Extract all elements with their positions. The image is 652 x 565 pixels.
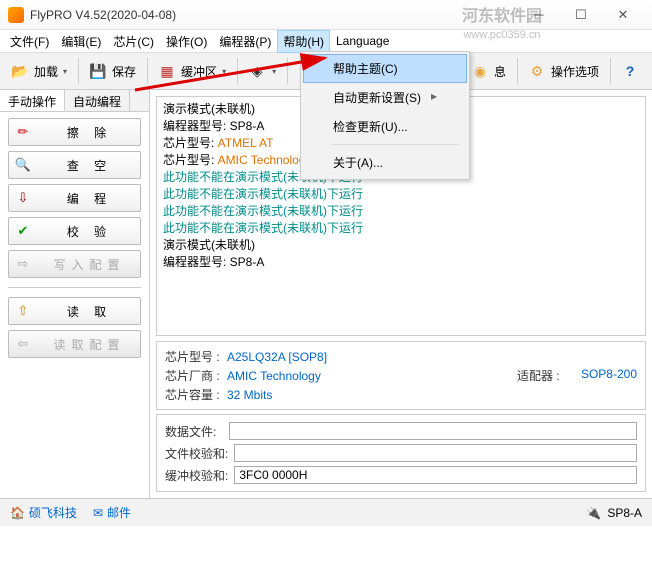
log-line: 演示模式(未联机) xyxy=(163,237,639,254)
menu-file[interactable]: 文件(F) xyxy=(4,30,55,53)
filecrc-label: 文件校验和: xyxy=(165,445,228,462)
home-icon: 🏠 xyxy=(10,506,25,520)
program-icon: ⇩ xyxy=(15,190,31,206)
save-button[interactable]: 💾保存 xyxy=(82,57,142,85)
menu-separator xyxy=(331,144,459,145)
company-link[interactable]: 🏠硕飞科技 xyxy=(10,504,77,521)
info-button[interactable]: ◉息 xyxy=(464,57,512,85)
tab-auto[interactable]: 自动编程 xyxy=(65,90,130,111)
readcfg-label: 读取配置 xyxy=(39,336,134,353)
chip-capacity-label: 芯片容量 : xyxy=(165,386,223,403)
help-topic-item[interactable]: 帮助主题(C) xyxy=(303,54,467,83)
submenu-arrow-icon: ▸ xyxy=(431,89,437,106)
check-update-item[interactable]: 检查更新(U)... xyxy=(303,112,467,141)
chip-model-label: 芯片型号 : xyxy=(165,348,223,365)
erase-label: 擦 除 xyxy=(39,124,134,141)
read-button[interactable]: ⇧ 读 取 xyxy=(8,297,141,325)
status-device: 🔌SP8-A xyxy=(586,506,642,520)
auto-update-settings-item[interactable]: 自动更新设置(S)▸ xyxy=(303,83,467,112)
log-line: 此功能不能在演示模式(未联机)下运行 xyxy=(163,186,639,203)
file-info-box: 数据文件: 文件校验和: 缓冲校验和: xyxy=(156,414,646,492)
folder-open-icon: 📂 xyxy=(10,61,30,81)
chip-info-box: 芯片型号 : A25LQ32A [SOP8] 芯片厂商 : AMIC Technol… xyxy=(156,341,646,410)
chip-icon: ◈ xyxy=(247,61,267,81)
program-button[interactable]: ⇩ 编 程 xyxy=(8,184,141,212)
menu-help[interactable]: 帮助(H) xyxy=(277,30,330,53)
toolbar-separator xyxy=(147,58,148,84)
writecfg-button: ⇨ 写入配置 xyxy=(8,250,141,278)
grid-icon: ▦ xyxy=(157,61,177,81)
op-tabs: 手动操作 自动编程 xyxy=(0,90,149,112)
tab-manual[interactable]: 手动操作 xyxy=(0,90,65,111)
read-label: 读 取 xyxy=(39,303,134,320)
log-line: 此功能不能在演示模式(未联机)下运行 xyxy=(163,203,639,220)
program-label: 编 程 xyxy=(39,190,134,207)
floppy-icon: 💾 xyxy=(88,61,108,81)
button-separator xyxy=(8,287,141,288)
blank-button[interactable]: 🔍 查 空 xyxy=(8,151,141,179)
bufcrc-input[interactable] xyxy=(234,466,637,484)
statusbar: 🏠硕飞科技 ✉邮件 🔌SP8-A xyxy=(0,498,652,526)
verify-label: 校 验 xyxy=(39,223,134,240)
menu-language[interactable]: Language xyxy=(330,31,395,51)
op-button-column: ✏ 擦 除 🔍 查 空 ⇩ 编 程 ✔ 校 验 ⇨ 写入配置 ⇧ 读 取 ⇦ 读取配置 xyxy=(0,112,149,364)
toolbar-separator xyxy=(287,58,288,84)
app-icon xyxy=(8,7,24,23)
datafile-input[interactable] xyxy=(229,422,637,440)
chip-vendor-label: 芯片厂商 : xyxy=(165,367,223,384)
menu-chip[interactable]: 芯片(C) xyxy=(107,30,160,53)
device-icon: 🔌 xyxy=(586,506,601,520)
info-icon: ◉ xyxy=(470,61,490,81)
log-line: 编程器型号: SP8-A xyxy=(163,254,639,271)
buffer-button[interactable]: ▦缓冲区▾ xyxy=(151,57,232,85)
toolbar-separator xyxy=(517,58,518,84)
menubar: 文件(F) 编辑(E) 芯片(C) 操作(O) 编程器(P) 帮助(H) Lan… xyxy=(0,30,652,52)
blank-icon: 🔍 xyxy=(15,157,31,173)
load-button[interactable]: 📂加载▾ xyxy=(4,57,73,85)
erase-button[interactable]: ✏ 擦 除 xyxy=(8,118,141,146)
chip-action-button[interactable]: ◈▾ xyxy=(241,57,282,85)
menu-edit[interactable]: 编辑(E) xyxy=(55,30,107,53)
adapter-label: 适配器 : xyxy=(517,367,575,384)
writecfg-icon: ⇨ xyxy=(15,256,31,272)
maximize-button[interactable]: ☐ xyxy=(560,2,602,28)
mail-icon: ✉ xyxy=(93,506,103,520)
gear-icon: ⚙ xyxy=(527,61,547,81)
chip-capacity-value: 32 Mbits xyxy=(227,388,272,402)
log-line: 此功能不能在演示模式(未联机)下运行 xyxy=(163,220,639,237)
help-dropdown: 帮助主题(C) 自动更新设置(S)▸ 检查更新(U)... 关于(A)... xyxy=(300,51,470,180)
toolbar-separator xyxy=(237,58,238,84)
blank-label: 查 空 xyxy=(39,157,134,174)
filecrc-input[interactable] xyxy=(234,444,637,462)
verify-button[interactable]: ✔ 校 验 xyxy=(8,217,141,245)
titlebar: FlyPRO V4.52(2020-04-08) ─ ☐ ✕ xyxy=(0,0,652,30)
minimize-button[interactable]: ─ xyxy=(518,2,560,28)
toolbar-separator xyxy=(610,58,611,84)
adapter-value: SOP8-200 xyxy=(581,367,637,384)
verify-icon: ✔ xyxy=(15,223,31,239)
window-title: FlyPRO V4.52(2020-04-08) xyxy=(30,8,518,22)
readcfg-icon: ⇦ xyxy=(15,336,31,352)
menu-operation[interactable]: 操作(O) xyxy=(160,30,213,53)
datafile-label: 数据文件: xyxy=(165,423,223,440)
about-item[interactable]: 关于(A)... xyxy=(303,148,467,177)
chip-model-value: A25LQ32A [SOP8] xyxy=(227,350,327,364)
readcfg-button: ⇦ 读取配置 xyxy=(8,330,141,358)
bufcrc-label: 缓冲校验和: xyxy=(165,467,228,484)
help-toolbar-button[interactable]: ? xyxy=(614,57,646,85)
left-pane: 手动操作 自动编程 ✏ 擦 除 🔍 查 空 ⇩ 编 程 ✔ 校 验 ⇨ 写入配置 ⇧ 读 取 ⇦ 读取配置 xyxy=(0,90,150,498)
erase-icon: ✏ xyxy=(15,124,31,140)
read-icon: ⇧ xyxy=(15,303,31,319)
question-icon: ? xyxy=(620,61,640,81)
toolbar-separator xyxy=(78,58,79,84)
menu-programmer[interactable]: 编程器(P) xyxy=(213,30,277,53)
chip-vendor-value: AMIC Technology xyxy=(227,369,321,383)
close-button[interactable]: ✕ xyxy=(602,2,644,28)
writecfg-label: 写入配置 xyxy=(39,256,134,273)
options-button[interactable]: ⚙操作选项 xyxy=(521,57,605,85)
email-link[interactable]: ✉邮件 xyxy=(93,504,131,521)
